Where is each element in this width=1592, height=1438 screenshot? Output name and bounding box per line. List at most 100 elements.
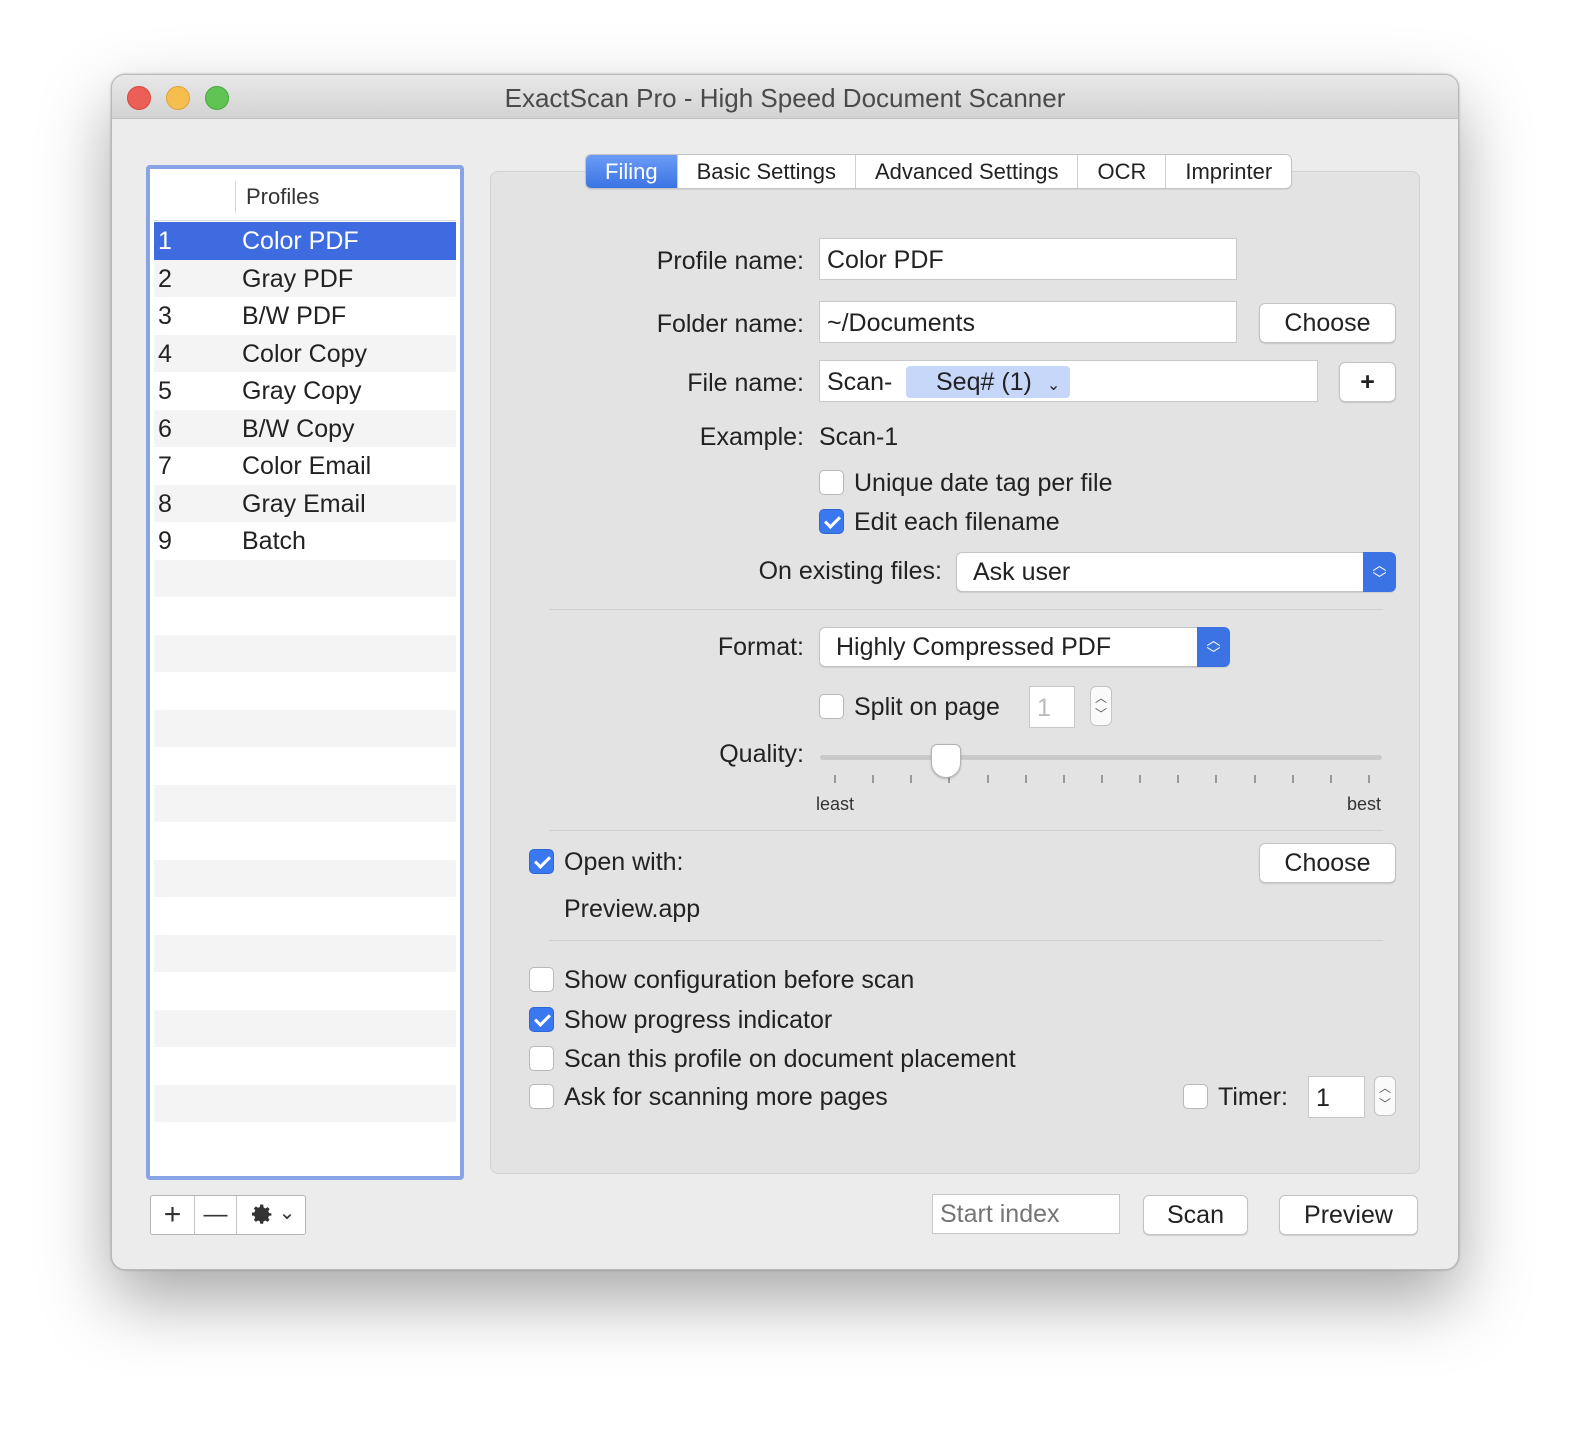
folder-name-field[interactable]: ~/Documents — [819, 301, 1237, 343]
empty-row — [154, 934, 456, 972]
timer-checkbox[interactable] — [1183, 1084, 1208, 1109]
show-configuration-checkbox[interactable] — [529, 967, 554, 992]
profiles-list[interactable]: Profiles 1 Color PDF 2 Gray PDF 3 B/W PDF 4 Col… — [146, 165, 464, 1180]
slider-tick — [986, 775, 989, 783]
slider-tick — [1291, 775, 1294, 783]
profiles-rows: 1 Color PDF 2 Gray PDF 3 B/W PDF 4 Color Copy 5 G… — [154, 222, 456, 1160]
profile-row[interactable]: 6 B/W Copy — [154, 409, 456, 447]
profiles-header-label: Profiles — [246, 184, 320, 209]
slider-tick — [1215, 775, 1218, 783]
split-page-field[interactable]: 1 — [1029, 686, 1075, 728]
title-bar: ExactScan Pro - High Speed Document Scan… — [112, 75, 1458, 119]
up-down-arrows-icon: ︿ ﹀ — [1363, 552, 1396, 592]
profile-number: 2 — [158, 264, 172, 293]
unique-date-tag-checkbox[interactable] — [819, 470, 844, 495]
empty-row — [154, 597, 456, 635]
timer-field[interactable]: 1 — [1308, 1076, 1365, 1118]
separator — [549, 609, 1383, 610]
tab-imprinter[interactable]: Imprinter — [1166, 155, 1291, 188]
quality-label: Quality: — [719, 740, 804, 768]
file-name-prefix: Scan- — [827, 368, 893, 396]
folder-choose-button[interactable]: Choose — [1259, 303, 1396, 343]
ask-more-pages-checkbox[interactable] — [529, 1084, 554, 1109]
profile-row[interactable]: 8 Gray Email — [154, 484, 456, 522]
ask-more-pages-label: Ask for scanning more pages — [564, 1083, 888, 1111]
format-label: Format: — [717, 633, 804, 661]
empty-row — [154, 634, 456, 672]
profile-row[interactable]: 9 Batch — [154, 522, 456, 560]
tab-ocr[interactable]: OCR — [1078, 155, 1167, 188]
sidebar-toolbar: + — ⌄ — [150, 1195, 306, 1235]
empty-row — [154, 559, 456, 597]
file-name-field[interactable]: Scan- Seq# (1) ⌄ — [819, 360, 1318, 402]
example-value: Scan-1 — [819, 423, 899, 451]
open-with-app: Preview.app — [564, 895, 701, 923]
remove-profile-button[interactable]: — — [195, 1196, 237, 1234]
example-label: Example: — [699, 423, 804, 451]
seq-token[interactable]: Seq# (1) ⌄ — [906, 366, 1071, 398]
profile-number: 5 — [158, 377, 172, 405]
profile-row[interactable]: 1 Color PDF — [154, 222, 456, 260]
format-popup[interactable]: Highly Compressed PDF ︿ ﹀ — [819, 627, 1230, 667]
profile-number: 1 — [158, 227, 172, 255]
show-progress-checkbox[interactable] — [529, 1007, 554, 1032]
file-name-label: File name: — [687, 369, 804, 397]
add-token-button[interactable]: + — [1339, 362, 1396, 402]
tab-advanced-settings[interactable]: Advanced Settings — [856, 155, 1079, 188]
split-page-value: 1 — [1037, 694, 1051, 722]
show-configuration-label: Show configuration before scan — [564, 966, 915, 994]
format-value: Highly Compressed PDF — [836, 633, 1112, 661]
profile-row[interactable]: 7 Color Email — [154, 447, 456, 485]
tab-filing[interactable]: Filing — [586, 155, 678, 188]
profile-name: Gray PDF — [242, 264, 354, 293]
profile-actions-menu-button[interactable]: ⌄ — [237, 1196, 305, 1234]
slider-tick — [834, 775, 836, 783]
profile-name: Color Copy — [242, 339, 368, 368]
add-profile-button[interactable]: + — [151, 1196, 195, 1234]
profile-row[interactable]: 2 Gray PDF — [154, 259, 456, 297]
profile-name-field[interactable]: Color PDF — [819, 238, 1237, 280]
split-on-page-checkbox[interactable] — [819, 694, 844, 719]
empty-row — [154, 1009, 456, 1047]
profile-row[interactable]: 5 Gray Copy — [154, 372, 456, 410]
slider-tick — [1062, 775, 1065, 783]
empty-row — [154, 1122, 456, 1160]
slider-tick — [1024, 775, 1027, 783]
quality-slider-track[interactable] — [820, 755, 1382, 760]
profile-name: B/W PDF — [242, 302, 347, 330]
profiles-header: Profiles — [154, 173, 456, 221]
profile-name-label: Profile name: — [656, 247, 804, 275]
start-index-input[interactable] — [932, 1194, 1120, 1234]
open-with-checkbox[interactable] — [529, 849, 554, 874]
split-page-stepper[interactable]: ︿ ﹀ — [1090, 686, 1112, 726]
slider-tick — [1253, 775, 1256, 783]
empty-row — [154, 1084, 456, 1122]
profile-number: 6 — [158, 414, 172, 443]
tab-basic-settings[interactable]: Basic Settings — [678, 155, 856, 188]
slider-tick — [1101, 775, 1103, 783]
on-existing-files-value: Ask user — [973, 558, 1071, 586]
profile-row[interactable]: 3 B/W PDF — [154, 297, 456, 335]
open-with-choose-button[interactable]: Choose — [1259, 843, 1396, 883]
profile-name: Gray Email — [242, 489, 366, 518]
on-existing-files-popup[interactable]: Ask user ︿ ﹀ — [956, 552, 1396, 592]
split-on-page-label: Split on page — [854, 693, 1000, 721]
slider-tick — [872, 775, 875, 783]
profile-name: Color Email — [242, 452, 372, 480]
preview-button[interactable]: Preview — [1279, 1195, 1418, 1235]
profile-name: B/W Copy — [242, 414, 355, 443]
quality-max-label: best — [1347, 794, 1382, 814]
timer-label: Timer: — [1218, 1083, 1288, 1111]
empty-row — [154, 709, 456, 747]
profile-row[interactable]: 4 Color Copy — [154, 334, 456, 372]
separator — [549, 830, 1383, 831]
scan-button[interactable]: Scan — [1143, 1195, 1248, 1235]
scan-on-placement-checkbox[interactable] — [529, 1046, 554, 1071]
app-window: ExactScan Pro - High Speed Document Scan… — [111, 74, 1459, 1270]
timer-value: 1 — [1316, 1084, 1330, 1112]
edit-each-filename-checkbox[interactable] — [819, 509, 844, 534]
quality-slider-knob[interactable] — [931, 744, 962, 778]
empty-row — [154, 747, 456, 785]
timer-stepper[interactable]: ︿ ﹀ — [1374, 1076, 1396, 1116]
up-down-arrows-icon: ︿ ﹀ — [1197, 627, 1230, 667]
